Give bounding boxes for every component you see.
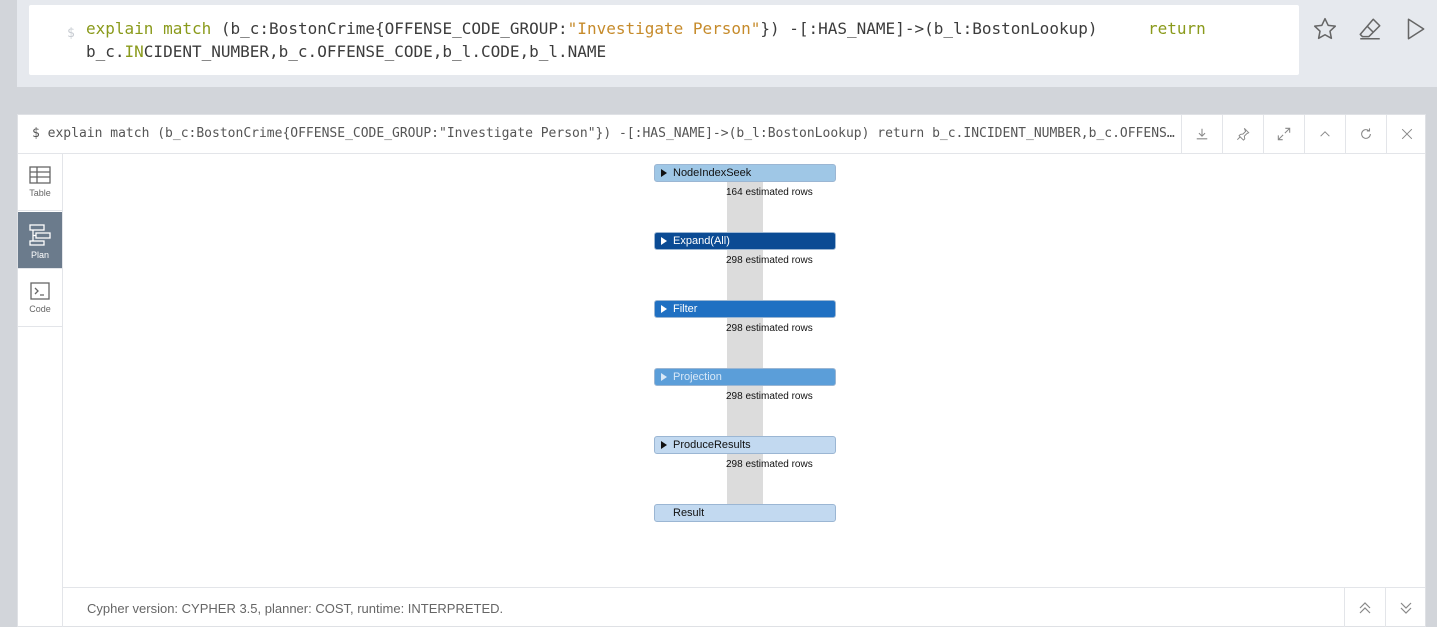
download-button[interactable] <box>1181 115 1222 153</box>
collapse-button[interactable] <box>1304 115 1345 153</box>
tab-table[interactable]: Table <box>18 154 62 211</box>
run-query-button[interactable] <box>1400 14 1430 44</box>
estimated-rows-label: 298 estimated rows <box>726 459 813 470</box>
estimated-rows-label: 298 estimated rows <box>726 391 813 402</box>
code-icon <box>30 282 50 300</box>
plan-operator[interactable]: ProduceResults <box>654 436 836 454</box>
tab-table-label: Table <box>29 188 51 198</box>
estimated-rows-label: 298 estimated rows <box>726 323 813 334</box>
query-line2-b: CIDENT_NUMBER,b_c.OFFENSE_CODE,b_l.CODE,… <box>143 42 607 61</box>
download-icon <box>1196 128 1208 140</box>
plan-operator-name: Projection <box>673 371 722 383</box>
cypher-version-info: Cypher version: CYPHER 3.5, planner: COS… <box>87 601 504 616</box>
query-pattern-a: (b_c:BostonCrime{OFFENSE_CODE_GROUP: <box>211 19 568 38</box>
table-icon <box>29 166 51 184</box>
clear-editor-button[interactable] <box>1355 14 1385 44</box>
result-frame: $ explain match (b_c:BostonCrime{OFFENSE… <box>17 114 1426 627</box>
scroll-top-button[interactable] <box>1344 588 1385 627</box>
expand-triangle-icon <box>661 373 667 381</box>
frame-header: $ explain match (b_c:BostonCrime{OFFENSE… <box>18 115 1425 154</box>
plan-icon <box>29 224 51 246</box>
expand-triangle-icon <box>661 441 667 449</box>
play-icon <box>1407 18 1425 40</box>
tab-plan-label: Plan <box>30 250 49 260</box>
query-line2-kw: IN <box>124 42 144 61</box>
keyword-explain: explain <box>86 19 154 38</box>
plan-operator-name: ProduceResults <box>673 439 751 451</box>
plan-operator[interactable]: Result <box>654 504 836 522</box>
plan-operator-name: Result <box>673 507 705 519</box>
scroll-bottom-button[interactable] <box>1385 588 1426 627</box>
prompt-symbol: $ <box>67 26 75 41</box>
expand-icon <box>1277 127 1291 141</box>
estimated-rows-label: 298 estimated rows <box>726 255 813 266</box>
query-string: "Investigate Person" <box>567 19 761 38</box>
refresh-icon <box>1361 128 1371 139</box>
tab-plan[interactable]: Plan <box>18 212 62 269</box>
query-pattern-b: }) -[:HAS_NAME]->(b_l:BostonLookup) <box>760 19 1098 38</box>
query-text[interactable]: explain match (b_c:BostonCrime{OFFENSE_C… <box>86 17 1266 63</box>
pin-icon <box>1236 127 1250 141</box>
plan-operator-name: Filter <box>673 303 698 315</box>
plan-operator-name: NodeIndexSeek <box>673 167 752 179</box>
tab-code-label: Code <box>29 304 51 314</box>
keyword-match: match <box>163 19 212 38</box>
rerun-button[interactable] <box>1345 115 1386 153</box>
plan-operator[interactable]: Expand(All) <box>654 232 836 250</box>
query-editor[interactable]: $ explain match (b_c:BostonCrime{OFFENSE… <box>29 5 1299 75</box>
plan-operator[interactable]: Filter <box>654 300 836 318</box>
expand-triangle-icon <box>661 305 667 313</box>
star-icon <box>1313 17 1337 40</box>
plan-operator[interactable]: Projection <box>654 368 836 386</box>
plan-operator-name: Expand(All) <box>673 235 730 247</box>
frame-title[interactable]: $ explain match (b_c:BostonCrime{OFFENSE… <box>32 126 1177 141</box>
favorite-button[interactable] <box>1310 14 1340 44</box>
double-chevron-up-icon <box>1359 601 1371 613</box>
keyword-return: return <box>1148 19 1206 38</box>
expand-triangle-icon <box>661 169 667 177</box>
query-plan-view: NodeIndexSeek 164 estimated rows Expand(Al… <box>63 154 1425 587</box>
double-chevron-down-icon <box>1400 602 1412 614</box>
expand-triangle-icon <box>661 237 667 245</box>
editor-bar: $ explain match (b_c:BostonCrime{OFFENSE… <box>17 0 1437 87</box>
eraser-icon <box>1359 18 1381 40</box>
tab-code[interactable]: Code <box>18 270 62 327</box>
plan-operator[interactable]: NodeIndexSeek <box>654 164 836 182</box>
pin-button[interactable] <box>1222 115 1263 153</box>
estimated-rows-label: 164 estimated rows <box>726 187 813 198</box>
query-line2-a: b_c. <box>86 42 125 61</box>
fullscreen-button[interactable] <box>1263 115 1304 153</box>
close-icon <box>1401 128 1413 140</box>
close-frame-button[interactable] <box>1386 115 1427 153</box>
collapse-up-icon <box>1320 131 1330 137</box>
frame-footer: Cypher version: CYPHER 3.5, planner: COS… <box>63 587 1425 627</box>
frame-sidebar: Table Plan Code <box>18 154 63 627</box>
